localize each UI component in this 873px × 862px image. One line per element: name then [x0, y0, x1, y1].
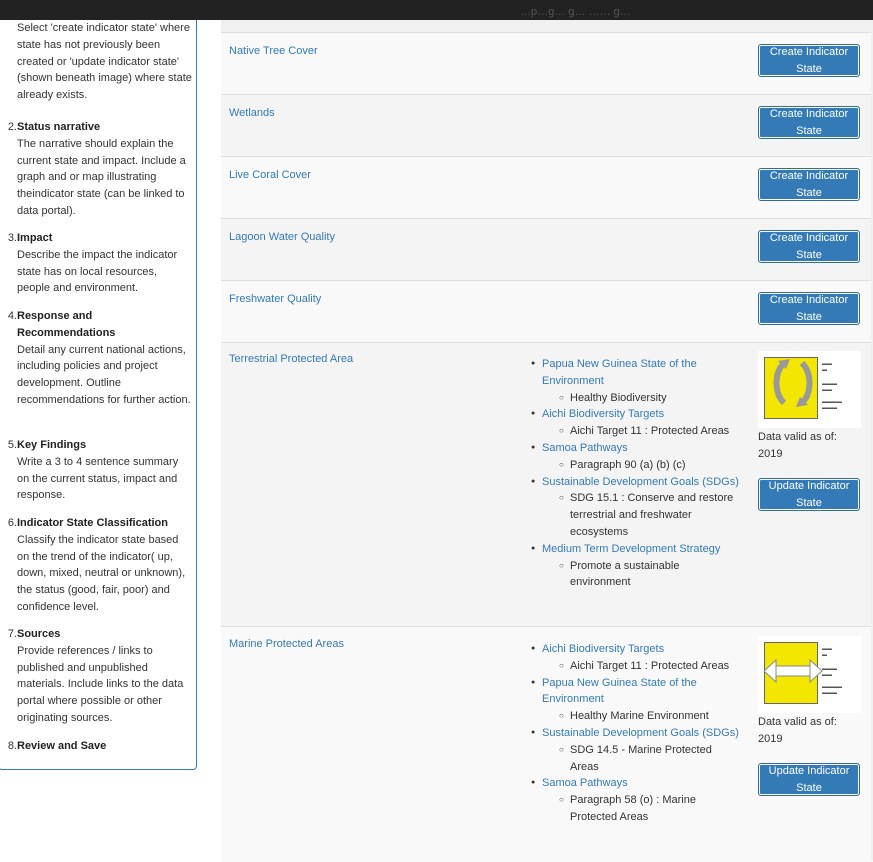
step-8-title: Review and Save	[17, 740, 107, 752]
step-2-number: 2.	[7, 121, 17, 133]
target-group: Papua New Guinea State of the Environmen…	[531, 675, 741, 709]
create-indicator-state-button[interactable]: Create Indicator State	[758, 106, 860, 139]
indicator-state-thumbnail[interactable]: ▬▬ ▬ ▬▬▬ ▬▬ ▬▬▬▬ ▬▬▬	[758, 636, 861, 713]
data-valid-label: Data valid as of:	[758, 716, 837, 728]
thumbnail-fine-print: ▬▬ ▬	[822, 646, 832, 658]
target-item: Paragraph 58 (o) : Marine Protected Area…	[531, 792, 741, 826]
table-row: Wetlands Create Indicator State	[221, 94, 871, 157]
target-group-link[interactable]: Sustainable Development Goals (SDGs)	[542, 727, 739, 739]
target-group-link[interactable]: Papua New Guinea State of the Environmen…	[542, 358, 697, 387]
target-group: Aichi Biodiversity Targets	[531, 406, 741, 423]
indicator-link-terrestrial-protected-area[interactable]: Terrestrial Protected Area	[229, 353, 353, 365]
target-group-link[interactable]: Medium Term Development Strategy	[542, 543, 720, 555]
target-group: Papua New Guinea State of the Environmen…	[531, 356, 741, 390]
indicator-link-freshwater-quality[interactable]: Freshwater Quality	[229, 293, 321, 305]
target-group: Sustainable Development Goals (SDGs)	[531, 474, 741, 491]
step-8: Review and Save	[17, 738, 193, 755]
thumbnail-fine-print: ▬▬▬▬ ▬▬▬	[822, 399, 842, 411]
indicator-link-native-tree-cover[interactable]: Native Tree Cover	[229, 45, 318, 57]
target-item: Healthy Marine Environment	[531, 708, 741, 725]
thumbnail-fine-print: ▬▬▬▬ ▬▬▬	[822, 684, 842, 696]
step-2-title: Status narrative	[17, 121, 101, 133]
step-5: Key Findings Write a 3 to 4 sentence sum…	[17, 437, 193, 504]
step-2-desc: The narrative should explain the current…	[17, 137, 186, 217]
thumbnail-fine-print: ▬▬▬ ▬▬	[822, 381, 837, 393]
create-indicator-state-button[interactable]: Create Indicator State	[758, 44, 860, 77]
step-3: Impact Describe the impact the indicator…	[17, 230, 193, 297]
step-6-number: 6.	[7, 517, 17, 529]
neutral-trend-arrow-icon	[763, 658, 823, 684]
table-row: Lagoon Water Quality Create Indicator St…	[221, 218, 871, 281]
target-group: Medium Term Development Strategy	[531, 541, 741, 558]
table-row: Marine Protected Areas Aichi Biodiversit…	[221, 626, 871, 862]
step-3-title: Impact	[17, 232, 53, 244]
target-group-link[interactable]: Samoa Pathways	[542, 777, 628, 789]
target-item: SDG 15.1 : Conserve and restore terrestr…	[531, 490, 741, 540]
step-6-desc: Classify the indicator state based on th…	[17, 533, 186, 613]
step-5-title: Key Findings	[17, 439, 87, 451]
step-4-desc: Detail any current national actions, inc…	[17, 343, 191, 406]
target-item: Aichi Target 11 : Protected Areas	[531, 423, 741, 440]
target-group-link[interactable]: Aichi Biodiversity Targets	[542, 408, 664, 420]
mixed-trend-arrows-icon	[773, 359, 813, 407]
thumbnail-fine-print: ▬▬▬ ▬▬	[822, 666, 837, 678]
target-item: Aichi Target 11 : Protected Areas	[531, 658, 741, 675]
create-indicator-state-button[interactable]: Create Indicator State	[758, 168, 860, 201]
data-valid-year: 2019	[758, 447, 783, 460]
step-7-desc: Provide references / links to published …	[17, 644, 184, 724]
update-indicator-state-button[interactable]: Update Indicator State	[758, 763, 860, 796]
target-group-link[interactable]: Sustainable Development Goals (SDGs)	[542, 476, 739, 488]
target-list: Papua New Guinea State of the Environmen…	[531, 356, 741, 591]
top-navbar: …p…g… g… …… g…	[0, 0, 873, 20]
data-valid-info: Data valid as of: 2019	[758, 429, 868, 463]
step-3-number: 3.	[7, 232, 17, 244]
step-6: Indicator State Classification Classify …	[17, 515, 193, 616]
step-5-number: 5.	[7, 439, 17, 451]
step-8-number: 8.	[7, 740, 17, 752]
step-4: Response and Recommendations Detail any …	[17, 308, 193, 409]
data-valid-info: Data valid as of: 2019	[758, 714, 868, 748]
target-item: SDG 14.5 - Marine Protected Areas	[531, 742, 741, 776]
table-row: Native Tree Cover Create Indicator State	[221, 32, 871, 95]
step-6-title: Indicator State Classification	[17, 517, 168, 529]
step-2: Status narrative The narrative should ex…	[17, 119, 193, 220]
create-indicator-state-button[interactable]: Create Indicator State	[758, 230, 860, 263]
target-item: Promote a sustainable environment	[531, 558, 741, 592]
target-list: Aichi Biodiversity Targets Aichi Target …	[531, 641, 741, 826]
instructions-sidebar: Select 'create indicator state' where st…	[0, 0, 197, 770]
target-item: Paragraph 90 (a) (b) (c)	[531, 457, 741, 474]
step-1-desc: Select 'create indicator state' where st…	[17, 22, 192, 102]
indicator-link-lagoon-water-quality[interactable]: Lagoon Water Quality	[229, 231, 335, 243]
target-group-link[interactable]: Samoa Pathways	[542, 442, 628, 454]
indicator-link-marine-protected-areas[interactable]: Marine Protected Areas	[229, 638, 344, 650]
target-group: Aichi Biodiversity Targets	[531, 641, 741, 658]
step-7-title: Sources	[17, 628, 61, 640]
step-5-desc: Write a 3 to 4 sentence summary on the c…	[17, 455, 179, 502]
step-3-desc: Describe the impact the indicator state …	[17, 248, 178, 295]
data-valid-label: Data valid as of:	[758, 431, 837, 443]
table-row: Freshwater Quality Create Indicator Stat…	[221, 280, 871, 343]
table-row: Terrestrial Protected Area Papua New Gui…	[221, 342, 871, 627]
indicator-link-wetlands[interactable]: Wetlands	[229, 107, 275, 119]
thumbnail-fine-print: ▬▬ ▬	[822, 361, 832, 373]
create-indicator-state-button[interactable]: Create Indicator State	[758, 292, 860, 325]
step-4-number: 4.	[7, 310, 17, 322]
target-group: Samoa Pathways	[531, 440, 741, 457]
target-group-link[interactable]: Papua New Guinea State of the Environmen…	[542, 677, 697, 706]
step-4-title: Response and Recommendations	[17, 310, 116, 339]
target-group-link[interactable]: Aichi Biodiversity Targets	[542, 643, 664, 655]
step-7: Sources Provide references / links to pu…	[17, 626, 193, 727]
target-group: Samoa Pathways	[531, 775, 741, 792]
indicator-table: Native Tree Cover Create Indicator State…	[221, 0, 873, 862]
update-indicator-state-button[interactable]: Update Indicator State	[758, 478, 860, 511]
step-1: Select 'create indicator state' where st…	[17, 20, 193, 104]
step-7-number: 7.	[7, 628, 17, 640]
table-header-faint-text: …p…g… g… …… g…	[520, 6, 631, 18]
indicator-link-live-coral-cover[interactable]: Live Coral Cover	[229, 169, 311, 181]
target-item: Healthy Biodiversity	[531, 390, 741, 407]
table-row: Live Coral Cover Create Indicator State	[221, 156, 871, 219]
target-group: Sustainable Development Goals (SDGs)	[531, 725, 741, 742]
data-valid-year: 2019	[758, 732, 783, 745]
indicator-state-thumbnail[interactable]: ▬▬ ▬ ▬▬▬ ▬▬ ▬▬▬▬ ▬▬▬	[758, 351, 861, 428]
